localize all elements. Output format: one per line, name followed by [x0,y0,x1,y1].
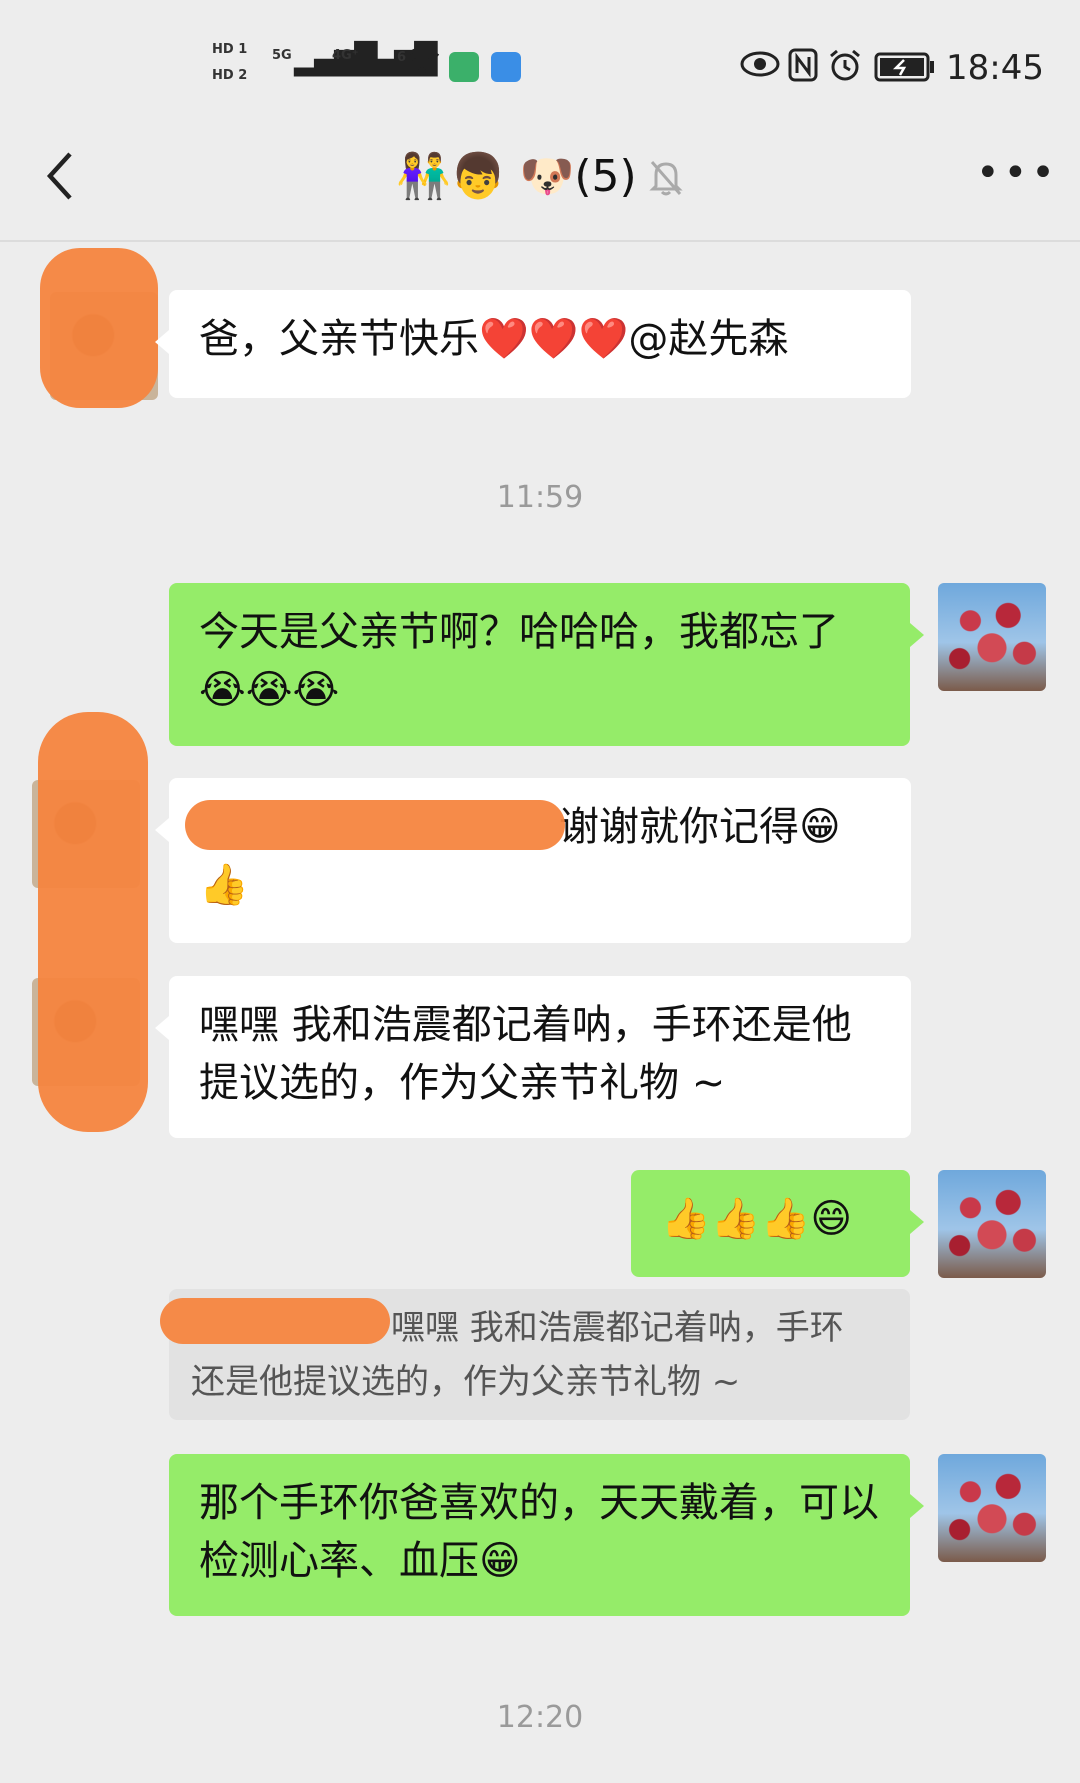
battery-icon [874,52,936,86]
message-bubble-self[interactable]: 👍👍👍😄 [631,1170,924,1277]
member-count: (5) [574,151,637,202]
app-notification-icon [449,52,479,82]
nfc-icon [788,48,818,86]
timestamp: 12:20 [496,1700,584,1735]
quote-line2: 还是他提议选的，作为父亲节礼物 ~ [191,1362,741,1402]
avatar-self[interactable] [938,583,1046,691]
redaction-mark [185,800,565,850]
message-bubble[interactable]: 嘿嘿 我和浩震都记着呐，手环还是他提议选的，作为父亲节礼物 ~ [155,976,911,1138]
bubble-tail [155,818,169,842]
avatar-self[interactable] [938,1454,1046,1562]
message-text: 那个手环你爸喜欢的，天天戴着，可以检测心率、血压😁 [199,1480,879,1584]
chevron-left-icon[interactable] [42,148,76,208]
redaction-mark [160,1298,390,1344]
message-bubble-self[interactable]: 今天是父亲节啊？哈哈哈，我都忘了😭😭😭 [169,583,924,746]
bell-muted-icon [648,158,684,202]
redaction-mark [40,248,158,408]
group-title[interactable]: 👫👦 🐶(5) [396,150,637,202]
more-options-button[interactable]: ••• [976,150,1059,196]
wifi-icon [402,44,442,89]
chat-header: 👫👦 🐶(5) ••• [0,120,1080,240]
timestamp: 11:59 [496,480,584,515]
bubble-tail [155,330,169,354]
message-bubble[interactable]: 爸，父亲节快乐❤️❤️❤️@赵先森 [155,290,911,398]
clock-time: 18:45 [946,48,1044,88]
bubble-tail [910,623,924,647]
message-text: 👍👍👍😄 [661,1196,853,1242]
message-text-line2: 👍 [199,862,249,908]
bubble-tail [910,1494,924,1518]
sim1-label: HD 1 [212,42,248,57]
network-5g-label: 5G [272,48,292,63]
message-bubble-self[interactable]: 那个手环你爸喜欢的，天天戴着，可以检测心率、血压😁 [169,1454,924,1616]
cloud-icon [491,52,521,82]
message-text: 爸，父亲节快乐❤️❤️❤️@赵先森 [199,316,789,362]
bubble-tail [910,1210,924,1234]
sim2-label: HD 2 [212,68,248,83]
alarm-icon [828,48,862,86]
message-text: 今天是父亲节啊？哈哈哈，我都忘了😭😭😭 [199,609,839,713]
message-text: 嘿嘿 我和浩震都记着呐，手环还是他提议选的，作为父亲节礼物 ~ [199,1002,852,1106]
eye-icon [740,50,780,82]
avatar-self[interactable] [938,1170,1046,1278]
status-bar: HD 1 HD 2 5G ▂▄▆█ 4G⁺ ▂▄▆█ 6 18:45 [0,0,1080,120]
group-title-emojis: 👫👦 🐶 [396,151,575,202]
redaction-mark [38,712,148,1132]
bubble-tail [155,1016,169,1040]
header-divider [0,240,1080,242]
